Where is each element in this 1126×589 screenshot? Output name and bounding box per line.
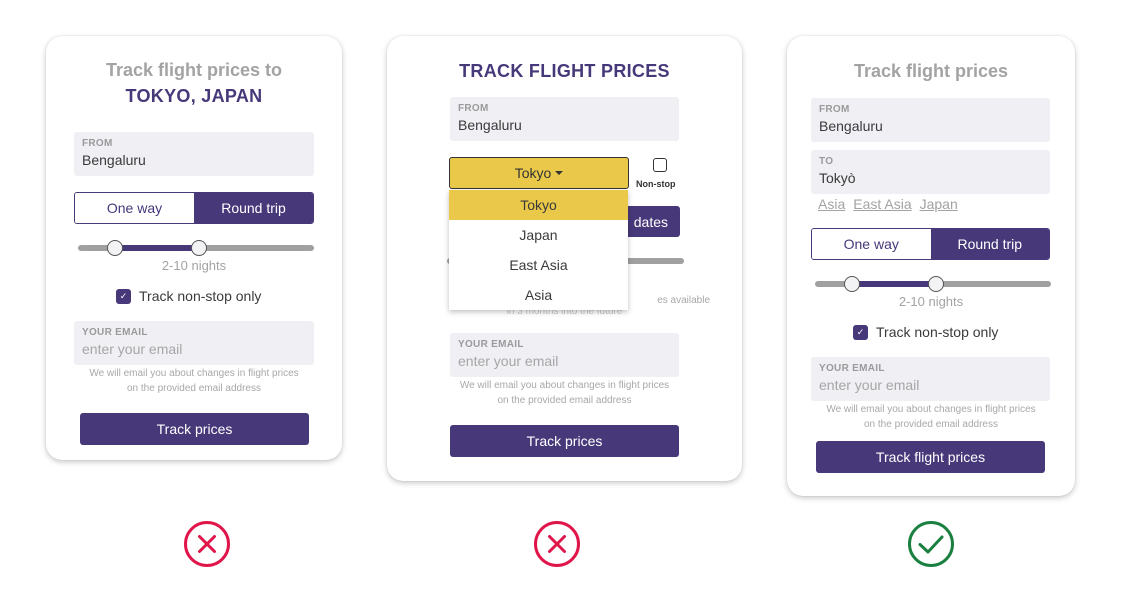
nonstop-checkbox-row[interactable]: ✓ Track non-stop only bbox=[853, 324, 998, 340]
dropdown-option-asia[interactable]: Asia bbox=[449, 280, 628, 310]
nonstop-label: Track non-stop only bbox=[139, 288, 262, 304]
email-hint-line1: We will email you about changes in fligh… bbox=[89, 368, 299, 379]
round-trip-option[interactable]: Round trip bbox=[930, 229, 1049, 259]
email-placeholder: enter your email bbox=[82, 341, 183, 357]
round-trip-option[interactable]: Round trip bbox=[194, 193, 313, 223]
trip-type-toggle: One way Round trip bbox=[74, 192, 314, 224]
nights-max-handle[interactable] bbox=[191, 240, 207, 256]
nights-min-handle[interactable] bbox=[107, 240, 123, 256]
card-variant-3: Track flight prices FROM Bengaluru TO To… bbox=[787, 36, 1075, 496]
email-hint-line2: on the provided email address bbox=[497, 395, 632, 406]
suggestion-east-asia[interactable]: East Asia bbox=[853, 196, 911, 212]
email-hint: We will email you about changes in fligh… bbox=[787, 402, 1075, 432]
from-field[interactable]: FROM Bengaluru bbox=[450, 97, 679, 141]
checkbox-checked-icon[interactable]: ✓ bbox=[116, 288, 131, 304]
from-label: FROM bbox=[82, 138, 113, 149]
email-label: YOUR EMAIL bbox=[458, 339, 524, 350]
from-label: FROM bbox=[458, 103, 489, 114]
to-field[interactable]: TO Tokyò bbox=[811, 150, 1050, 194]
email-hint-line2: on the provided email address bbox=[127, 383, 261, 394]
dropdown-option-east-asia[interactable]: East Asia bbox=[449, 250, 628, 280]
card-variant-2: TRACK FLIGHT PRICES FROM Bengaluru dates… bbox=[387, 36, 742, 481]
email-hint-line1: We will email you about changes in fligh… bbox=[459, 380, 670, 391]
track-flight-prices-button[interactable]: Track flight prices bbox=[816, 441, 1045, 473]
nonstop-checkbox-row[interactable]: ✓ Track non-stop only bbox=[116, 288, 261, 304]
email-label: YOUR EMAIL bbox=[819, 363, 885, 374]
one-way-option[interactable]: One way bbox=[75, 193, 194, 223]
email-hint: We will email you about changes in fligh… bbox=[46, 366, 342, 396]
check-circle-icon bbox=[908, 521, 954, 567]
email-hint-line1: We will email you about changes in fligh… bbox=[826, 404, 1036, 415]
x-circle-icon bbox=[534, 521, 580, 567]
nights-slider[interactable] bbox=[815, 276, 1051, 292]
nonstop-label: Track non-stop only bbox=[876, 324, 999, 340]
card-title-line1: Track flight prices to bbox=[105, 60, 283, 80]
nights-max-handle[interactable] bbox=[928, 276, 944, 292]
nights-min-handle[interactable] bbox=[844, 276, 860, 292]
track-prices-button[interactable]: Track prices bbox=[80, 413, 309, 445]
track-prices-button[interactable]: Track prices bbox=[450, 425, 679, 457]
caret-down-icon bbox=[555, 171, 564, 175]
nights-range-label: 2-10 nights bbox=[898, 294, 964, 309]
dropdown-option-japan[interactable]: Japan bbox=[449, 220, 628, 250]
x-circle-icon bbox=[184, 521, 230, 567]
email-label: YOUR EMAIL bbox=[82, 327, 148, 338]
suggestion-japan[interactable]: Japan bbox=[920, 196, 958, 212]
destination-dropdown-menu: Tokyo Japan East Asia Asia bbox=[449, 190, 628, 310]
nights-range-label: 2-10 nights bbox=[161, 258, 227, 273]
from-field[interactable]: FROM Bengaluru bbox=[811, 98, 1050, 142]
email-placeholder: enter your email bbox=[458, 353, 559, 369]
trip-type-toggle: One way Round trip bbox=[811, 228, 1050, 260]
nonstop-label: Non-stop bbox=[636, 179, 676, 189]
suggestion-asia[interactable]: Asia bbox=[818, 196, 845, 212]
nights-slider-range bbox=[852, 281, 936, 287]
email-hint-line2: on the provided email address bbox=[864, 419, 998, 430]
to-value: Tokyò bbox=[819, 170, 856, 186]
destination-selected: Tokyo bbox=[514, 165, 552, 181]
card-variant-1: Track flight prices to TOKYO, JAPAN FROM… bbox=[46, 36, 342, 460]
email-field[interactable]: YOUR EMAIL enter your email bbox=[811, 357, 1050, 401]
email-field[interactable]: YOUR EMAIL enter your email bbox=[450, 333, 679, 377]
nonstop-checkbox[interactable] bbox=[653, 158, 667, 172]
nights-slider[interactable] bbox=[78, 240, 314, 256]
from-field[interactable]: FROM Bengaluru bbox=[74, 132, 314, 176]
from-value: Bengaluru bbox=[458, 117, 522, 133]
email-placeholder: enter your email bbox=[819, 377, 920, 393]
from-label: FROM bbox=[819, 104, 850, 115]
card-title: TRACK FLIGHT PRICES bbox=[459, 61, 670, 81]
from-value: Bengaluru bbox=[819, 118, 883, 134]
checkbox-checked-icon[interactable]: ✓ bbox=[853, 324, 868, 340]
from-value: Bengaluru bbox=[82, 152, 146, 168]
nights-slider-range bbox=[115, 245, 199, 251]
destination-dropdown[interactable]: Tokyo bbox=[449, 157, 629, 189]
card-title-destination: TOKYO, JAPAN bbox=[125, 86, 263, 106]
to-label: TO bbox=[819, 156, 834, 167]
destination-suggestions: Asia East Asia Japan bbox=[818, 196, 958, 212]
email-field[interactable]: YOUR EMAIL enter your email bbox=[74, 321, 314, 365]
email-hint: We will email you about changes in fligh… bbox=[387, 378, 742, 408]
dropdown-option-tokyo[interactable]: Tokyo bbox=[449, 190, 628, 220]
card-title: Track flight prices bbox=[853, 61, 1009, 81]
one-way-option[interactable]: One way bbox=[812, 229, 931, 259]
